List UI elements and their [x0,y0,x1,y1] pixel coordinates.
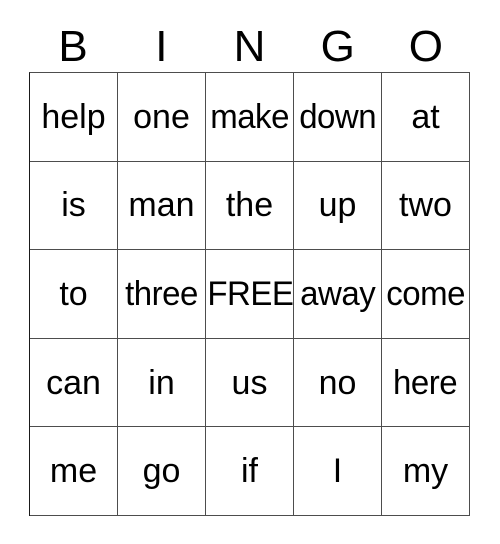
bingo-cell-label: can [46,363,101,402]
bingo-cell-label: here [393,363,458,402]
bingo-cell-n2[interactable]: the [206,161,294,251]
bingo-cell-o4[interactable]: here [382,338,470,428]
bingo-cell-label: the [225,186,274,225]
bingo-cell-label: help [41,97,106,136]
bingo-cell-g4[interactable]: no [294,338,382,428]
bingo-cell-i1[interactable]: one [118,73,206,162]
bingo-header-letter-g: G [320,22,355,71]
bingo-cell-label: man [128,186,195,225]
bingo-header-letter-n: N [233,22,266,71]
bingo-header-letter-o: O [408,22,444,71]
bingo-cell-label: down [299,97,376,136]
bingo-header-row: B I N G O [29,22,470,72]
bingo-cell-n4[interactable]: us [206,338,294,428]
bingo-header-letter-b: B [58,22,88,71]
bingo-cell-label: I [332,452,343,491]
bingo-cell-label: three [125,274,198,313]
bingo-cell-o2[interactable]: two [382,161,470,251]
bingo-grid: help one make down at is man the up two … [29,72,470,516]
bingo-cell-label: two [399,186,452,225]
bingo-cell-label: if [241,452,258,491]
bingo-cell-label: us [231,363,268,402]
bingo-cell-label: go [142,452,181,491]
bingo-cell-i3[interactable]: three [118,250,206,339]
bingo-cell-o1[interactable]: at [382,73,470,162]
bingo-cell-g1[interactable]: down [294,73,382,162]
bingo-cell-label: my [402,452,449,491]
bingo-cell-i4[interactable]: in [118,338,206,428]
bingo-free-space-label: FREE [206,274,293,313]
bingo-cell-n1[interactable]: make [206,73,294,162]
bingo-cell-b1[interactable]: help [30,73,118,162]
bingo-cell-b4[interactable]: can [30,338,118,428]
bingo-cell-label: is [61,186,86,225]
bingo-cell-label: to [59,274,88,313]
bingo-cell-g3[interactable]: away [294,250,382,339]
bingo-cell-o5[interactable]: my [382,427,470,516]
bingo-cell-i2[interactable]: man [118,161,206,251]
bingo-cell-label: make [210,97,289,136]
bingo-cell-b5[interactable]: me [30,427,118,516]
bingo-cell-label: no [318,363,357,402]
bingo-cell-i5[interactable]: go [118,427,206,516]
bingo-cell-g2[interactable]: up [294,161,382,251]
bingo-cell-label: one [133,97,190,136]
bingo-cell-b3[interactable]: to [30,250,118,339]
bingo-cell-g5[interactable]: I [294,427,382,516]
bingo-cell-label: me [49,452,98,491]
bingo-cell-label: come [386,274,465,313]
bingo-cell-label: away [299,274,376,313]
bingo-header-letter-i: I [155,22,168,71]
bingo-cell-free-space[interactable]: FREE [206,250,294,339]
bingo-cell-label: at [411,97,440,136]
bingo-cell-b2[interactable]: is [30,161,118,251]
bingo-card: B I N G O help one make down at is man t… [0,0,500,544]
bingo-cell-o3[interactable]: come [382,250,470,339]
bingo-cell-n5[interactable]: if [206,427,294,516]
bingo-cell-label: up [318,186,357,225]
bingo-cell-label: in [148,363,175,402]
